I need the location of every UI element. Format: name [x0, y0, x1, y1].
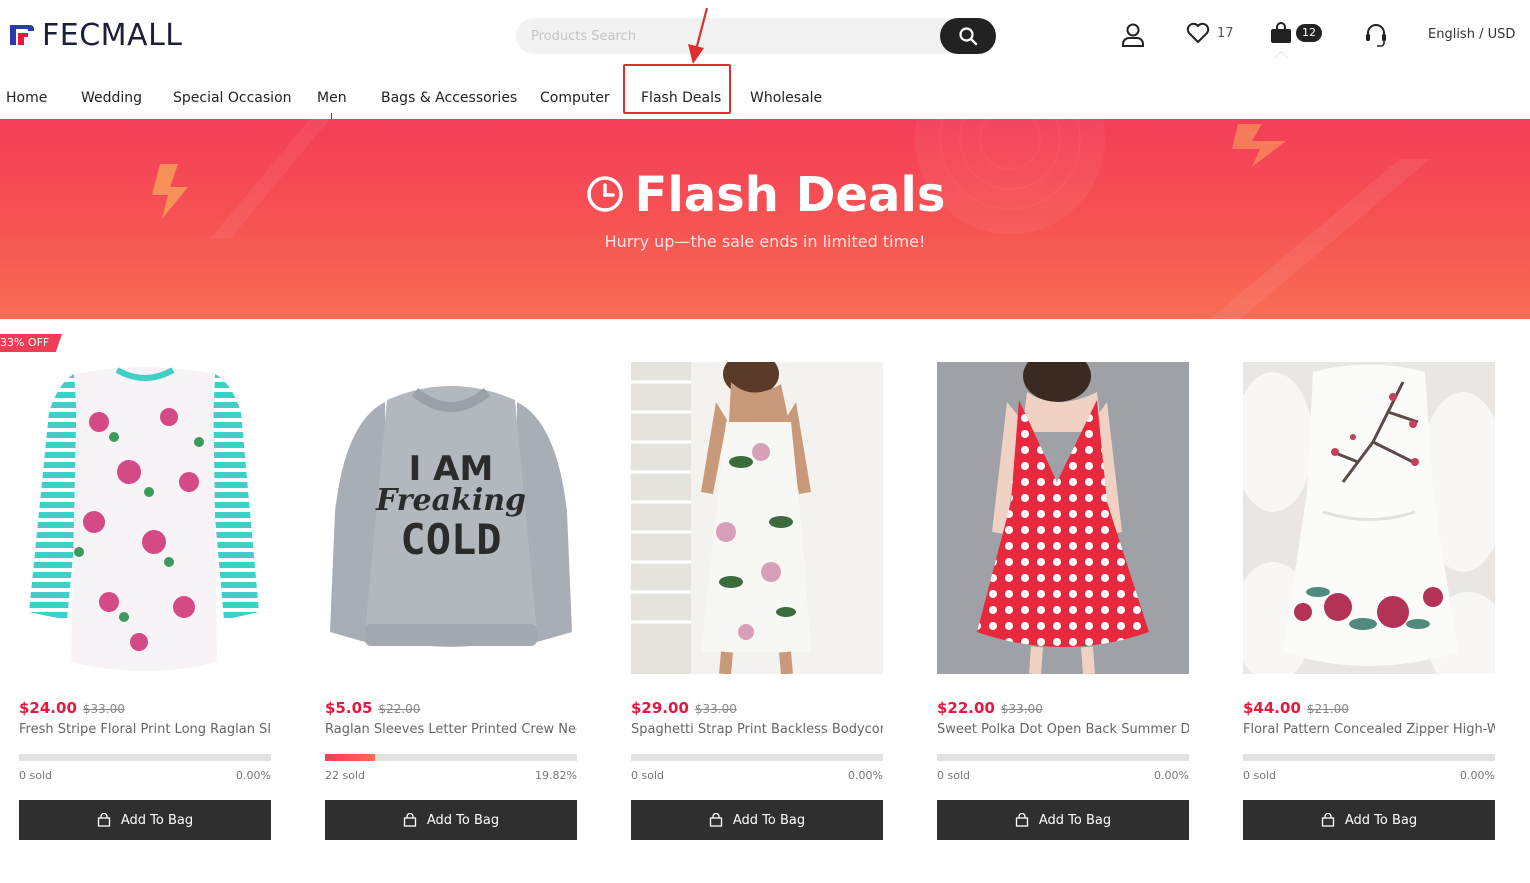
- search-input[interactable]: [516, 18, 940, 54]
- search-bar: [516, 18, 996, 54]
- product-price: $29.00 $33.00: [631, 698, 737, 717]
- shopping-bag-icon: [1271, 22, 1291, 43]
- search-button[interactable]: [940, 18, 996, 54]
- add-to-bag-button[interactable]: Add To Bag: [937, 800, 1189, 840]
- add-to-bag-label: Add To Bag: [426, 812, 500, 828]
- product-image-link[interactable]: [19, 362, 271, 674]
- nav-item-home[interactable]: Home: [6, 86, 47, 110]
- customer-service-button[interactable]: [1364, 22, 1388, 48]
- add-to-bag-button[interactable]: Add To Bag: [1243, 800, 1495, 840]
- sale-price: $24.00: [19, 699, 77, 717]
- sweatshirt-print-line-3: COLD: [400, 515, 501, 564]
- shopping-bag-icon: [1321, 813, 1335, 827]
- product-image: [1243, 362, 1495, 674]
- banner-subtitle: Hurry up—the sale ends in limited time!: [604, 232, 926, 251]
- logo-text: FECMALL: [42, 17, 183, 53]
- sold-count: 0 sold: [1243, 769, 1276, 782]
- nav-item-wholesale[interactable]: Wholesale: [750, 86, 822, 110]
- wishlist-count: 17: [1217, 25, 1234, 41]
- product-image: [937, 362, 1189, 674]
- nav-item-bags-accessories[interactable]: Bags & Accessories: [381, 86, 517, 110]
- sale-price: $29.00: [631, 699, 689, 717]
- product-name-link[interactable]: Fresh Stripe Floral Print Long Raglan Sl…: [19, 722, 271, 737]
- product-price: $24.00 $33.00: [19, 698, 125, 717]
- add-to-bag-label: Add To Bag: [732, 812, 806, 828]
- headset-icon: [1366, 24, 1386, 47]
- sold-progress-fill: [325, 754, 375, 761]
- sold-count: 0 sold: [937, 769, 970, 782]
- language-currency-selector[interactable]: English / USD: [1428, 27, 1515, 42]
- sale-price: $22.00: [937, 699, 995, 717]
- search-icon: [959, 27, 978, 46]
- nav-item-special-occasion[interactable]: Special Occasion: [173, 86, 292, 110]
- product-name-link[interactable]: Sweet Polka Dot Open Back Summer Dr...: [937, 722, 1189, 737]
- heart-icon: [1186, 22, 1210, 43]
- nav-item-wedding[interactable]: Wedding: [81, 86, 142, 110]
- original-price: $22.00: [378, 702, 421, 716]
- sold-progress-bar: [937, 754, 1189, 761]
- product-price: $22.00 $33.00: [937, 698, 1043, 717]
- product-image-link[interactable]: [1243, 362, 1495, 674]
- product-name-link[interactable]: Floral Pattern Concealed Zipper High-W..…: [1243, 722, 1495, 737]
- annotation-highlight-box: [623, 64, 731, 114]
- original-price: $21.00: [1306, 702, 1349, 716]
- sold-percentage: 0.00%: [236, 769, 271, 782]
- sold-percentage: 0.00%: [1154, 769, 1189, 782]
- sold-progress-bar: [631, 754, 883, 761]
- original-price: $33.00: [82, 702, 125, 716]
- bag-dropdown-caret: [1273, 50, 1289, 66]
- bag-count-badge: 12: [1296, 24, 1322, 42]
- add-to-bag-label: Add To Bag: [120, 812, 194, 828]
- product-image: [631, 362, 883, 674]
- nav-item-men[interactable]: Men: [317, 86, 347, 110]
- discount-badge: 33% OFF: [0, 334, 62, 352]
- user-icon: [1122, 23, 1144, 47]
- flash-deals-banner: Flash Deals Hurry up—the sale ends in li…: [0, 119, 1530, 319]
- product-price: $44.00 $21.00: [1243, 698, 1349, 717]
- banner-title: Flash Deals: [0, 167, 1530, 223]
- product-image-link[interactable]: I AM Freaking COLD: [325, 362, 577, 674]
- sold-progress-bar: [1243, 754, 1495, 761]
- original-price: $33.00: [694, 702, 737, 716]
- sold-count: 0 sold: [631, 769, 664, 782]
- product-name-link[interactable]: Spaghetti Strap Print Backless Bodycon .…: [631, 722, 883, 737]
- sold-percentage: 19.82%: [535, 769, 577, 782]
- product-name-link[interactable]: Raglan Sleeves Letter Printed Crew Nec..…: [325, 722, 577, 737]
- sold-count: 0 sold: [19, 769, 52, 782]
- nav-item-computer[interactable]: Computer: [540, 86, 610, 110]
- product-image-link[interactable]: [937, 362, 1189, 674]
- sale-price: $5.05: [325, 699, 373, 717]
- shopping-bag-icon: [403, 813, 417, 827]
- product-price: $5.05 $22.00: [325, 698, 420, 717]
- sale-price: $44.00: [1243, 699, 1301, 717]
- sold-percentage: 0.00%: [1460, 769, 1495, 782]
- fecmall-logo-icon: [10, 25, 34, 45]
- sweatshirt-print-line-2: Freaking: [375, 483, 526, 518]
- shopping-bag-icon: [709, 813, 723, 827]
- add-to-bag-button[interactable]: Add To Bag: [631, 800, 883, 840]
- product-image: [19, 362, 271, 674]
- annotation-arrow-icon: [688, 7, 709, 64]
- sold-progress-bar: [325, 754, 577, 761]
- shopping-bag-icon: [97, 813, 111, 827]
- site-logo[interactable]: FECMALL: [6, 17, 183, 53]
- add-to-bag-label: Add To Bag: [1038, 812, 1112, 828]
- banner-title-text: Flash Deals: [634, 167, 946, 223]
- product-image: I AM Freaking COLD: [325, 362, 577, 674]
- sold-progress-bar: [19, 754, 271, 761]
- sold-count: 22 sold: [325, 769, 365, 782]
- original-price: $33.00: [1000, 702, 1043, 716]
- add-to-bag-label: Add To Bag: [1344, 812, 1418, 828]
- sold-percentage: 0.00%: [848, 769, 883, 782]
- product-image-link[interactable]: [631, 362, 883, 674]
- wishlist-button[interactable]: 17: [1186, 22, 1234, 44]
- add-to-bag-button[interactable]: Add To Bag: [19, 800, 271, 840]
- account-button[interactable]: [1121, 22, 1145, 48]
- clock-icon: [586, 176, 623, 212]
- shopping-bag-icon: [1015, 813, 1029, 827]
- add-to-bag-button[interactable]: Add To Bag: [325, 800, 577, 840]
- shopping-bag-button[interactable]: 12: [1270, 22, 1322, 44]
